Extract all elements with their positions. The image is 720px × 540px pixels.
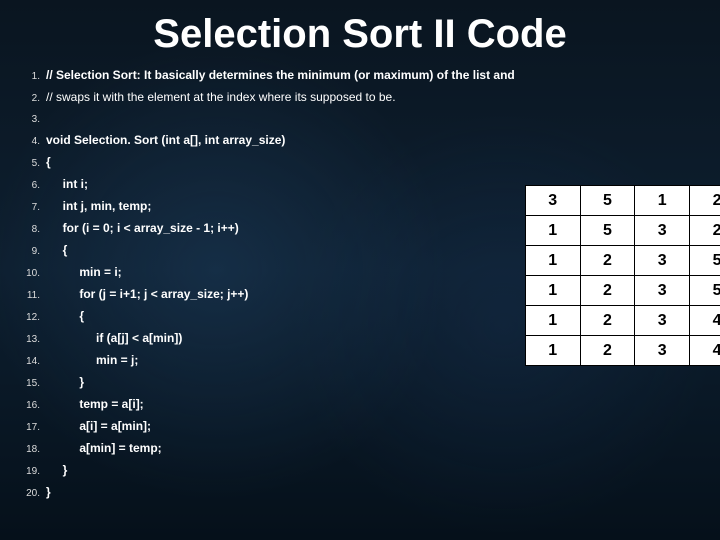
code-text: for (j = i+1; j < array_size; j++) [46, 284, 248, 305]
cell: 1 [525, 306, 580, 336]
code-text: for (i = 0; i < array_size - 1; i++) [46, 218, 239, 239]
code-line: 1.// Selection Sort: It basically determ… [18, 65, 515, 87]
cell: 1 [525, 276, 580, 306]
cell: 2 [580, 276, 635, 306]
code-line: 11. for (j = i+1; j < array_size; j++) [18, 284, 515, 306]
line-number: 5. [18, 153, 46, 174]
line-number: 15. [18, 373, 46, 394]
code-line: 20.} [18, 482, 515, 504]
line-number: 1. [18, 66, 46, 87]
line-number: 17. [18, 417, 46, 438]
table-row: 3 5 1 2 4 [525, 186, 720, 216]
code-line: 14. min = j; [18, 350, 515, 372]
code-line: 13. if (a[j] < a[min]) [18, 328, 515, 350]
code-text: { [46, 152, 51, 173]
code-text: } [46, 372, 84, 393]
code-block: 1.// Selection Sort: It basically determ… [18, 65, 515, 504]
cell: 3 [525, 186, 580, 216]
code-line: 4.void Selection. Sort (int a[], int arr… [18, 130, 515, 152]
code-text: int j, min, temp; [46, 196, 151, 217]
code-text: a[i] = a[min]; [46, 416, 151, 437]
cell: 4 [690, 336, 720, 366]
line-number: 16. [18, 395, 46, 416]
code-line: 18. a[min] = temp; [18, 438, 515, 460]
cell: 1 [525, 216, 580, 246]
iteration-table: 3 5 1 2 4 1 5 3 2 4 1 2 3 5 4 1 [525, 185, 720, 366]
line-number: 2. [18, 88, 46, 109]
code-line: 6. int i; [18, 174, 515, 196]
cell: 2 [580, 306, 635, 336]
code-line: 5.{ [18, 152, 515, 174]
code-text: a[min] = temp; [46, 438, 162, 459]
iteration-table-container: 3 5 1 2 4 1 5 3 2 4 1 2 3 5 4 1 [515, 65, 720, 504]
line-number: 14. [18, 351, 46, 372]
table-row: 1 2 3 4 5 [525, 336, 720, 366]
cell: 2 [690, 186, 720, 216]
cell: 5 [690, 246, 720, 276]
cell: 5 [580, 216, 635, 246]
line-number: 13. [18, 329, 46, 350]
line-number: 20. [18, 483, 46, 504]
code-text: min = i; [46, 262, 122, 283]
cell: 2 [580, 336, 635, 366]
code-line: 17. a[i] = a[min]; [18, 416, 515, 438]
code-line: 15. } [18, 372, 515, 394]
code-text: if (a[j] < a[min]) [46, 328, 182, 349]
code-text: int i; [46, 174, 88, 195]
code-line: 19. } [18, 460, 515, 482]
code-text: min = j; [46, 350, 138, 371]
code-text: { [46, 306, 84, 327]
code-line: 7. int j, min, temp; [18, 196, 515, 218]
line-number: 6. [18, 175, 46, 196]
cell: 3 [635, 306, 690, 336]
code-line: 16. temp = a[i]; [18, 394, 515, 416]
line-number: 4. [18, 131, 46, 152]
code-line: 10. min = i; [18, 262, 515, 284]
line-number: 8. [18, 219, 46, 240]
cell: 5 [580, 186, 635, 216]
slide-content: 1.// Selection Sort: It basically determ… [0, 65, 720, 504]
line-number: 11. [18, 285, 46, 306]
code-text: } [46, 482, 51, 503]
code-text: void Selection. Sort (int a[], int array… [46, 130, 285, 151]
cell: 1 [525, 246, 580, 276]
code-text: // swaps it with the element at the inde… [46, 87, 396, 108]
cell: 3 [635, 336, 690, 366]
table-row: 1 5 3 2 4 [525, 216, 720, 246]
cell: 2 [690, 216, 720, 246]
cell: 2 [580, 246, 635, 276]
cell: 3 [635, 246, 690, 276]
line-number: 7. [18, 197, 46, 218]
line-number: 18. [18, 439, 46, 460]
code-text: } [46, 460, 67, 481]
table-row: 1 2 3 4 5 [525, 306, 720, 336]
cell: 1 [635, 186, 690, 216]
slide-title: Selection Sort II Code [0, 0, 720, 65]
line-number: 12. [18, 307, 46, 328]
code-text: { [46, 240, 67, 261]
table-row: 1 2 3 5 4 [525, 246, 720, 276]
code-line: 2.// swaps it with the element at the in… [18, 87, 515, 109]
cell: 3 [635, 216, 690, 246]
line-number: 3. [18, 109, 46, 130]
cell: 5 [690, 276, 720, 306]
code-text: temp = a[i]; [46, 394, 144, 415]
code-text: // Selection Sort: It basically determin… [46, 65, 515, 86]
cell: 3 [635, 276, 690, 306]
code-line: 8. for (i = 0; i < array_size - 1; i++) [18, 218, 515, 240]
line-number: 9. [18, 241, 46, 262]
table-row: 1 2 3 5 4 [525, 276, 720, 306]
code-line: 9. { [18, 240, 515, 262]
line-number: 19. [18, 461, 46, 482]
code-line: 12. { [18, 306, 515, 328]
cell: 1 [525, 336, 580, 366]
code-line: 3. [18, 109, 515, 130]
cell: 4 [690, 306, 720, 336]
line-number: 10. [18, 263, 46, 284]
